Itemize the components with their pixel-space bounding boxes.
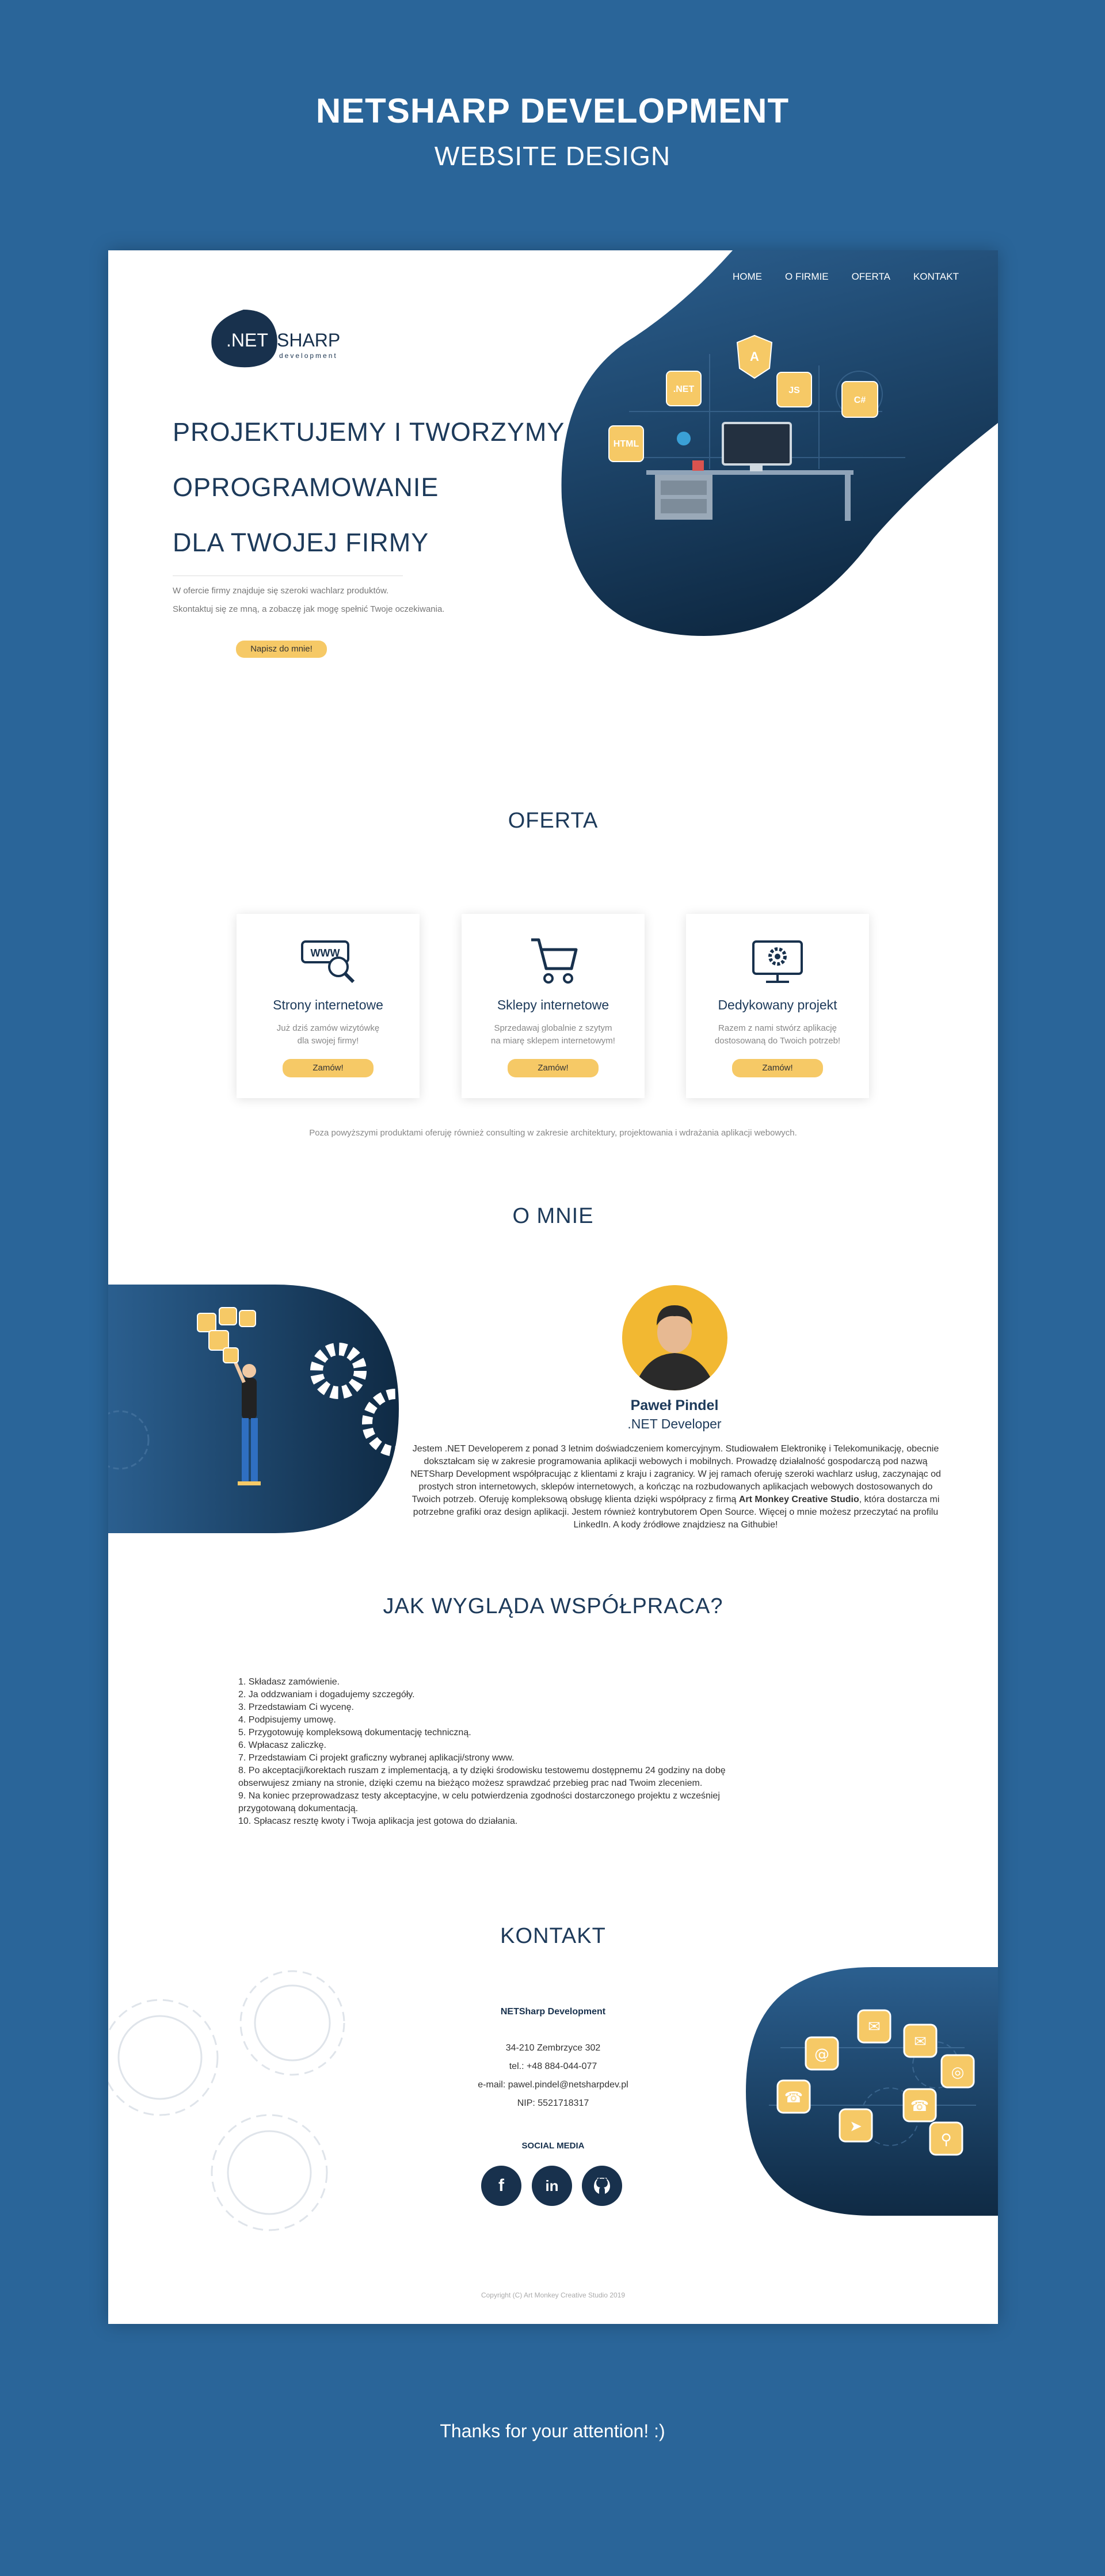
github-icon[interactable] — [582, 2166, 622, 2206]
svg-text:✉: ✉ — [914, 2033, 927, 2051]
netsharp-logo[interactable]: .NET SHARP development — [209, 307, 364, 382]
list-item: 8. Po akceptacji/korektach ruszam z impl… — [238, 1766, 726, 1788]
hero-heading-line-2: OPROGRAMOWANIE — [173, 472, 439, 502]
svg-text:⚲: ⚲ — [940, 2131, 951, 2148]
offer-card-desc: Już dziś zamów wizytówkę dla swojej firmy… — [276, 1023, 380, 1046]
facebook-icon[interactable]: f — [481, 2166, 521, 2206]
hero-illustration: .NET A JS C# HTML — [561, 250, 998, 636]
svg-text:☎: ☎ — [910, 2098, 929, 2115]
order-button[interactable]: Zamów! — [732, 1059, 823, 1077]
linkedin-icon[interactable]: in — [532, 2166, 572, 2206]
svg-text:A: A — [750, 349, 759, 364]
website-mockup: .NET A JS C# HTML HOME O FIRMIE OFERTA K… — [108, 250, 998, 2324]
svg-text:JS: JS — [788, 386, 800, 395]
presentation-title: NETSHARP DEVELOPMENT — [315, 92, 790, 130]
contact-company: NETSharp Development — [500, 2007, 606, 2017]
nav-o-firmie[interactable]: O FIRMIE — [785, 271, 829, 283]
logo-sharp-text: SHARP — [277, 330, 341, 350]
list-item: 10. Spłacasz resztę kwoty i Twoja aplika… — [238, 1816, 518, 1826]
person-name: Paweł Pindel — [630, 1397, 719, 1413]
logo-tagline: development — [279, 352, 338, 360]
svg-text:.NET: .NET — [673, 384, 695, 394]
about-title: O MNIE — [512, 1204, 594, 1228]
hero-heading-line-3: DLA TWOJEJ FIRMY — [173, 528, 429, 557]
contact-illustration: ✉ @ ✉ ◎ ☎ ☎ ➤ ⚲ — [746, 1967, 998, 2216]
contact-title: KONTAKT — [500, 1924, 606, 1948]
offer-title: OFERTA — [508, 809, 599, 833]
order-button[interactable]: Zamów! — [283, 1059, 374, 1077]
nav-home[interactable]: HOME — [733, 271, 762, 283]
about-bio: Jestem .NET Developerem z ponad 3 letnim… — [410, 1444, 941, 1530]
svg-text:✉: ✉ — [868, 2018, 881, 2036]
hero-heading-line-1: PROJEKTUJEMY I TWORZYMY — [173, 417, 565, 447]
list-item: 9. Na koniec przeprowadzasz testy akcept… — [238, 1791, 720, 1813]
list-item: 2. Ja oddzwaniam i dogadujemy szczegóły. — [238, 1690, 415, 1699]
list-item: 7. Przedstawiam Ci projekt graficzny wyb… — [238, 1753, 515, 1763]
cta-button[interactable]: Napisz do mnie! — [236, 641, 327, 658]
svg-text:◎: ◎ — [951, 2064, 965, 2081]
shopping-cart-icon — [531, 938, 578, 984]
www-search-icon: WWW — [301, 940, 355, 984]
list-item: 5. Przygotowuję kompleksową dokumentację… — [238, 1728, 471, 1737]
process-title: JAK WYGLĄDA WSPÓŁPRACA? — [383, 1594, 723, 1618]
list-item: 3. Przedstawiam Ci wycenę. — [238, 1702, 354, 1712]
svg-text:HTML: HTML — [614, 439, 639, 449]
offer-card-websites: WWW Strony internetowe Już dziś zamów wi… — [237, 914, 420, 1098]
offer-card-title: Strony internetowe — [273, 997, 383, 1012]
about-illustration — [108, 1285, 402, 1533]
svg-text:@: @ — [814, 2046, 829, 2063]
offer-note: Poza powyższymi produktami oferuję równi… — [309, 1128, 797, 1138]
avatar — [622, 1285, 727, 1390]
nav-kontakt[interactable]: KONTAKT — [913, 271, 959, 283]
social-title: SOCIAL MEDIA — [521, 2141, 585, 2151]
svg-text:C#: C# — [854, 395, 866, 405]
nav-oferta[interactable]: OFERTA — [852, 271, 890, 283]
order-button[interactable]: Zamów! — [508, 1059, 599, 1077]
offer-card-custom: Dedykowany projekt Razem z nami stwórz a… — [686, 914, 869, 1098]
presentation-subtitle: WEBSITE DESIGN — [434, 141, 671, 171]
offer-card-title: Sklepy internetowe — [497, 997, 609, 1012]
offer-card-shops: Sklepy internetowe Sprzedawaj globalnie … — [462, 914, 645, 1098]
offer-card-title: Dedykowany projekt — [718, 997, 837, 1012]
svg-text:➤: ➤ — [849, 2118, 862, 2135]
gears-background-icon — [108, 1970, 345, 2231]
list-item: 6. Wpłacasz zaliczkę. — [238, 1740, 326, 1750]
contact-nip: NIP: 5521718317 — [517, 2098, 589, 2108]
list-item: 4. Podpisujemy umowę. — [238, 1715, 336, 1725]
monitor-gear-icon — [752, 940, 803, 983]
hero-description-2: Skontaktuj się ze mną, a zobaczę jak mog… — [173, 604, 445, 614]
main-nav: HOME O FIRMIE OFERTA KONTAKT — [733, 271, 959, 283]
thanks-text: Thanks for your attention! :) — [440, 2421, 665, 2441]
offer-card-desc: Razem z nami stwórz aplikację dostosowaną… — [714, 1023, 841, 1046]
copyright: Copyright (C) Art Monkey Creative Studio… — [481, 2291, 626, 2299]
offer-card-desc: Sprzedawaj globalnie z szytym na miarę sk… — [491, 1023, 615, 1046]
contact-phone[interactable]: tel.: +48 884-044-077 — [407, 2061, 699, 2072]
contact-address: 34-210 Zembrzyce 302 — [505, 2043, 601, 2053]
process-steps: 1. Składasz zamówienie. 2. Ja oddzwaniam… — [238, 1676, 756, 1828]
hero-description-1: W ofercie firmy znajduje się szeroki wac… — [173, 586, 389, 596]
contact-email[interactable]: e-mail: pawel.pindel@netsharpdev.pl — [407, 2080, 699, 2090]
list-item: 1. Składasz zamówienie. — [238, 1677, 340, 1687]
person-role: .NET Developer — [627, 1416, 722, 1431]
logo-net-text: .NET — [226, 330, 268, 350]
svg-text:☎: ☎ — [784, 2089, 803, 2106]
